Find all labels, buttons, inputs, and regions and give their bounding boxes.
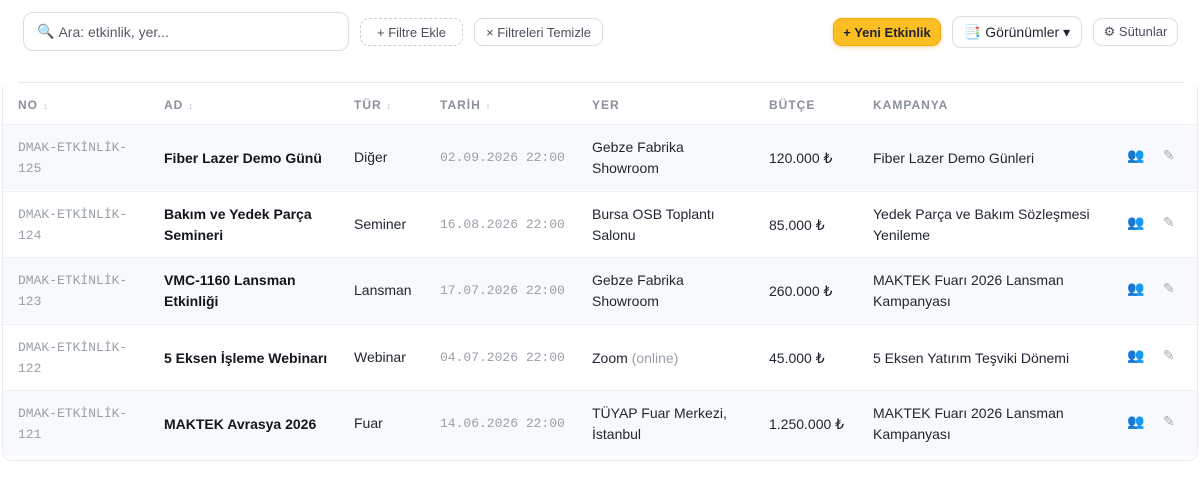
event-location: Zoom (online) — [592, 348, 752, 369]
edit-icon[interactable]: ✎ — [1163, 347, 1175, 364]
event-budget: 260.000 ₺ — [769, 283, 833, 299]
search-icon: 🔍 — [37, 23, 55, 39]
event-budget: 45.000 ₺ — [769, 349, 825, 366]
event-name[interactable]: VMC-1160 Lansman Etkinliği — [164, 270, 329, 312]
event-no: DMAK-ETKİNLİK-122 — [18, 339, 128, 376]
column-header-tur[interactable]: TÜR ↕ — [354, 98, 392, 112]
event-date: 04.07.2026 22:00 — [440, 349, 565, 365]
event-budget: 1.250.000 ₺ — [769, 416, 845, 432]
location-text: Gebze Fabrika Showroom — [592, 139, 684, 176]
column-header-tarih[interactable]: TARİH ↕ — [440, 98, 491, 112]
views-button[interactable]: 📑 Görünümler ▾ — [952, 16, 1082, 48]
toolbar: 🔍 + Filtre Ekle × Filtreleri Temizle + Y… — [0, 0, 1200, 68]
column-header-no[interactable]: NO ↕ — [18, 98, 49, 112]
event-date: 02.09.2026 22:00 — [440, 150, 565, 165]
event-name[interactable]: Bakım ve Yedek Parça Semineri — [164, 204, 329, 246]
edit-icon[interactable]: ✎ — [1163, 214, 1175, 231]
event-no: DMAK-ETKİNLİK-125 — [18, 140, 128, 176]
event-type: Diğer — [354, 149, 388, 165]
event-name[interactable]: MAKTEK Avrasya 2026 — [164, 414, 329, 435]
column-header-yer: YER — [592, 98, 620, 112]
search-box[interactable]: 🔍 — [23, 12, 349, 51]
views-label: Görünümler ▾ — [985, 23, 1071, 40]
event-name[interactable]: 5 Eksen İşleme Webinarı — [164, 348, 329, 369]
new-event-button[interactable]: + Yeni Etkinlik — [833, 18, 941, 46]
attendees-icon[interactable]: 👥 — [1127, 280, 1144, 297]
event-campaign: 5 Eksen Yatırım Teşviki Dönemi — [873, 349, 1070, 366]
divider — [18, 82, 1184, 83]
sort-icon: ↕ — [43, 101, 49, 111]
event-no: DMAK-ETKİNLİK-124 — [18, 206, 128, 243]
events-table: NO ↕ AD ↕ TÜR ↕ TARİH ↕ YER BÜTÇE KAMPANYA D… — [2, 86, 1198, 461]
event-no: DMAK-ETKİNLİK-123 — [18, 273, 128, 309]
sort-icon: ↕ — [188, 101, 194, 111]
bookmark-tabs-icon: 📑 — [963, 23, 982, 40]
table-row[interactable]: DMAK-ETKİNLİK-124 Bakım ve Yedek Parça Se… — [3, 190, 1197, 257]
event-location: Gebze Fabrika Showroom — [592, 270, 752, 312]
event-budget: 120.000 ₺ — [769, 150, 833, 166]
column-header-kampanya: KAMPANYA — [873, 98, 949, 112]
event-name[interactable]: Fiber Lazer Demo Günü — [164, 148, 329, 169]
event-date: 16.08.2026 22:00 — [440, 216, 565, 232]
event-date: 17.07.2026 22:00 — [440, 283, 565, 298]
edit-icon[interactable]: ✎ — [1163, 147, 1175, 164]
table-row[interactable]: DMAK-ETKİNLİK-121 MAKTEK Avrasya 2026 Fuar… — [3, 390, 1197, 456]
event-type: Fuar — [354, 415, 383, 431]
column-header-ad[interactable]: AD ↕ — [164, 98, 194, 112]
location-sub: (online) — [631, 349, 679, 366]
table-row[interactable]: DMAK-ETKİNLİK-123 VMC-1160 Lansman Etkinl… — [3, 257, 1197, 323]
event-campaign: Fiber Lazer Demo Günleri — [873, 150, 1035, 166]
event-campaign: MAKTEK Fuarı 2026 Lansman Kampanyası — [873, 272, 1064, 309]
location-text: Zoom — [592, 349, 628, 366]
event-budget: 85.000 ₺ — [769, 216, 825, 233]
columns-button[interactable]: ⚙ Sütunlar — [1093, 18, 1178, 46]
table-header: NO ↕ AD ↕ TÜR ↕ TARİH ↕ YER BÜTÇE KAMPANYA — [3, 86, 1197, 124]
edit-icon[interactable]: ✎ — [1163, 280, 1175, 297]
table-row[interactable]: DMAK-ETKİNLİK-125 Fiber Lazer Demo Günü Di… — [3, 124, 1197, 190]
location-text: Bursa OSB Toplantı Salonu — [592, 205, 715, 243]
event-location: Gebze Fabrika Showroom — [592, 137, 752, 179]
event-location: Bursa OSB Toplantı Salonu — [592, 204, 752, 246]
clear-filters-button[interactable]: × Filtreleri Temizle — [474, 18, 603, 46]
event-campaign: MAKTEK Fuarı 2026 Lansman Kampanyası — [873, 405, 1064, 442]
event-date: 14.06.2026 22:00 — [440, 416, 565, 431]
attendees-icon[interactable]: 👥 — [1127, 347, 1144, 364]
add-filter-button[interactable]: + Filtre Ekle — [360, 18, 463, 46]
location-text: Gebze Fabrika Showroom — [592, 272, 684, 309]
table-row[interactable]: DMAK-ETKİNLİK-122 5 Eksen İşleme Webinarı… — [3, 323, 1197, 390]
attendees-icon[interactable]: 👥 — [1127, 214, 1144, 231]
event-location: TÜYAP Fuar Merkezi, İstanbul — [592, 403, 752, 445]
edit-icon[interactable]: ✎ — [1163, 413, 1175, 430]
event-type: Lansman — [354, 282, 412, 298]
sort-icon: ↕ — [386, 101, 393, 111]
attendees-icon[interactable]: 👥 — [1127, 147, 1144, 164]
event-type: Seminer — [354, 215, 407, 232]
location-text: TÜYAP Fuar Merkezi, İstanbul — [592, 405, 727, 442]
column-header-butce: BÜTÇE — [769, 98, 816, 112]
sort-icon: ↕ — [485, 101, 492, 111]
search-input[interactable] — [58, 23, 319, 40]
event-type: Webinar — [354, 348, 406, 365]
attendees-icon[interactable]: 👥 — [1127, 413, 1144, 430]
event-campaign: Yedek Parça ve Bakım Sözleşmesi Yenileme — [873, 205, 1090, 243]
event-no: DMAK-ETKİNLİK-121 — [18, 406, 128, 442]
